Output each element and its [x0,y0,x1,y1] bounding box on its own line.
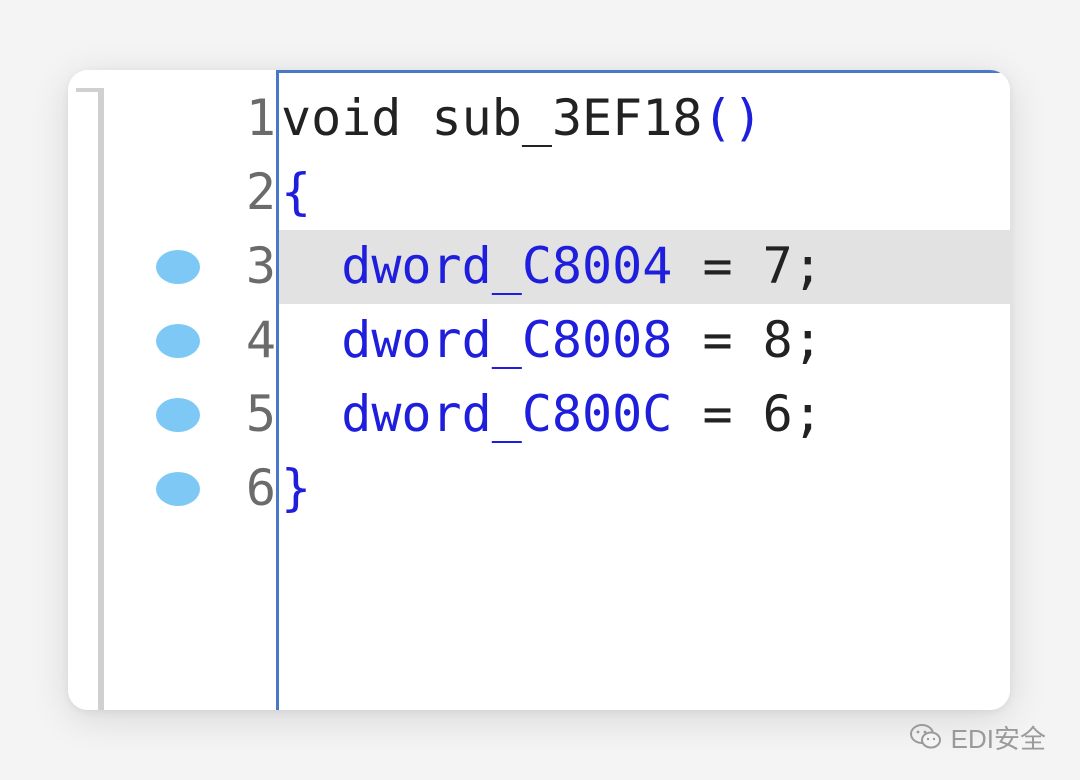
close-brace: } [281,459,312,517]
wechat-icon [909,723,943,751]
assign-operator: = [672,311,763,369]
semicolon: ; [792,237,823,295]
line-number: 3 [245,237,276,295]
code-text[interactable]: dword_C8004 = 7; [281,236,823,296]
code-line[interactable]: 2 { [68,156,1010,230]
line-number: 4 [245,311,276,369]
global-variable[interactable]: dword_C8008 [341,311,672,369]
code-line[interactable]: 1 void sub_3EF18() [68,82,1010,156]
code-text[interactable]: dword_C800C = 6; [281,384,823,444]
watermark-text: EDI安全 [950,723,1046,754]
line-number: 5 [245,385,276,443]
pseudocode-window: 1 void sub_3EF18() 2 { 3 dword_C8004 = 7… [68,70,1010,710]
keyword-void: void [281,89,402,147]
breakpoint-icon[interactable] [156,250,200,284]
code-line[interactable]: 4 dword_C8008 = 8; [68,304,1010,378]
global-variable[interactable]: dword_C800C [341,385,672,443]
code-text[interactable]: { [281,162,311,222]
semicolon: ; [792,311,823,369]
code-text[interactable]: } [281,458,311,518]
line-number: 6 [245,459,276,517]
semicolon: ; [792,385,823,443]
breakpoint-icon[interactable] [156,472,200,506]
numeric-literal: 6 [762,385,793,443]
line-number: 1 [245,89,276,147]
numeric-literal: 7 [762,237,793,295]
code-line[interactable]: 6 } [68,452,1010,526]
open-brace: { [281,163,312,221]
code-text[interactable]: dword_C8008 = 8; [281,310,823,370]
breakpoint-icon[interactable] [156,324,200,358]
line-number: 2 [245,163,276,221]
assign-operator: = [672,237,763,295]
numeric-literal: 8 [762,311,793,369]
code-line[interactable]: 5 dword_C800C = 6; [68,378,1010,452]
function-name[interactable]: sub_3EF18 [432,89,703,147]
assign-operator: = [672,385,763,443]
parens: () [702,89,763,147]
global-variable[interactable]: dword_C8004 [341,237,672,295]
code-line-current[interactable]: 3 dword_C8004 = 7; [68,230,1010,304]
code-text[interactable]: void sub_3EF18() [281,88,763,148]
watermark: EDI安全 [909,722,1046,754]
breakpoint-icon[interactable] [156,398,200,432]
